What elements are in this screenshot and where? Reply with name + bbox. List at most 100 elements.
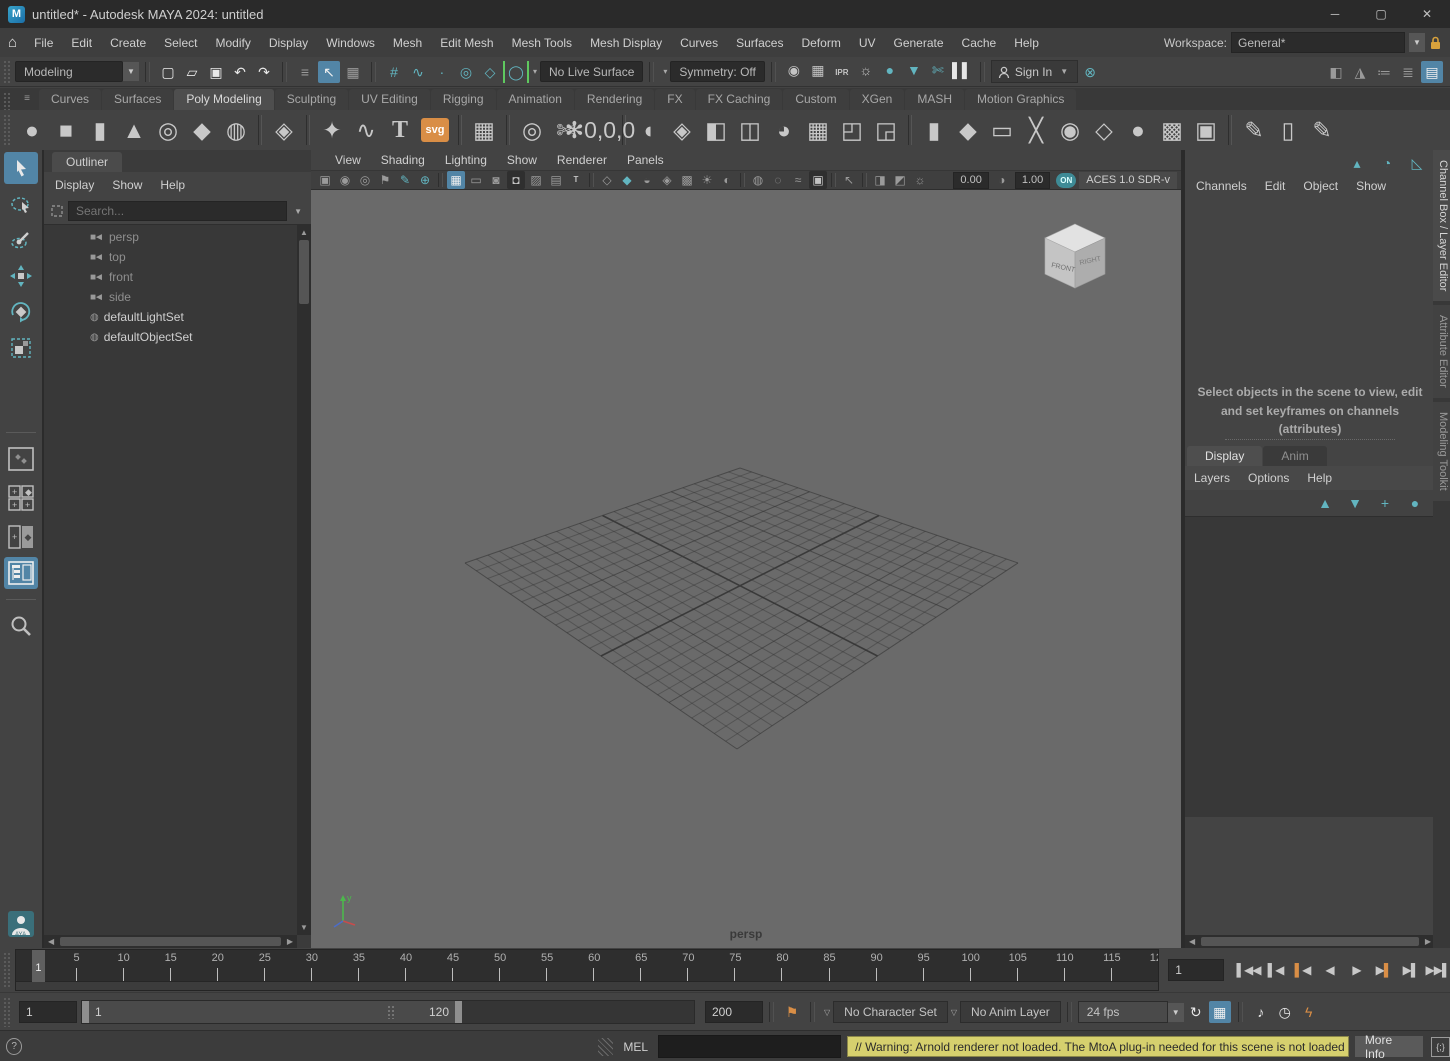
move-tool[interactable] xyxy=(4,260,38,292)
new-scene-icon[interactable]: ▢ xyxy=(157,61,179,83)
render-settings-icon[interactable]: ☼ xyxy=(855,59,877,81)
shelf-tab-motion-graphics[interactable]: Motion Graphics xyxy=(965,89,1076,110)
menu-edit[interactable]: Edit xyxy=(62,31,101,55)
anti-alias-toggle-icon[interactable]: ≈ xyxy=(789,171,807,189)
clip-editor-icon[interactable]: ▦ xyxy=(1209,1001,1231,1023)
shelf-tab-xgen[interactable]: XGen xyxy=(850,89,905,110)
step-forward-frame-button[interactable]: ▶▌ xyxy=(1398,958,1423,982)
menu-set-dropdown-icon[interactable]: ▼ xyxy=(123,62,139,81)
combine-icon[interactable]: ◈ xyxy=(666,114,698,146)
resolution-gate-icon[interactable]: ◙ xyxy=(487,171,505,189)
play-backwards-button[interactable]: ◀ xyxy=(1317,958,1342,982)
viewport-menu-lighting[interactable]: Lighting xyxy=(435,150,497,170)
platonic-solid-icon[interactable]: ◈ xyxy=(268,114,300,146)
workspace-dropdown-icon[interactable]: ▼ xyxy=(1409,33,1425,52)
step-back-frame-button[interactable]: ▌◀ xyxy=(1263,958,1288,982)
lattice-icon[interactable]: ▩ xyxy=(1156,114,1188,146)
outliner-search-input[interactable] xyxy=(68,201,287,221)
snap-view-plane-icon[interactable]: ◇ xyxy=(479,61,501,83)
boolean-icon[interactable]: ◖ xyxy=(632,114,664,146)
symmetry-field[interactable]: Symmetry: Off xyxy=(670,61,764,82)
gate-mask-icon[interactable]: ◘ xyxy=(507,171,525,189)
outliner-tab[interactable]: Outliner xyxy=(52,152,122,172)
sculpt-icon[interactable]: ◕ xyxy=(768,114,800,146)
menu-deform[interactable]: Deform xyxy=(792,31,849,55)
close-button[interactable]: ✕ xyxy=(1404,0,1450,28)
pan-zoom-icon[interactable]: ⊕ xyxy=(416,171,434,189)
select-object-icon[interactable]: ↖ xyxy=(318,61,340,83)
bookmark-view-icon[interactable]: ⚑ xyxy=(376,171,394,189)
poly-sphere-icon[interactable]: ● xyxy=(16,114,48,146)
outliner-menu-help[interactable]: Help xyxy=(151,173,194,197)
viewport-canvas[interactable]: FRONT RIGHT y persp xyxy=(311,190,1181,949)
attribute-editor-toggle-icon[interactable]: ≣ xyxy=(1397,61,1419,83)
new-layer-from-selected-icon[interactable]: ● xyxy=(1404,492,1426,514)
side-tab-channel-box-layer-editor[interactable]: Channel Box / Layer Editor xyxy=(1433,150,1450,301)
layer-list[interactable] xyxy=(1185,516,1435,817)
side-tab-attribute-editor[interactable]: Attribute Editor xyxy=(1433,305,1450,398)
motion-blur-toggle-icon[interactable]: ◌ xyxy=(769,171,787,189)
redo-icon[interactable]: ↷ xyxy=(253,61,275,83)
menu-select[interactable]: Select xyxy=(155,31,206,55)
anim-layer-selector[interactable]: No Anim Layer xyxy=(960,1001,1061,1023)
menu-curves[interactable]: Curves xyxy=(671,31,727,55)
svg-tool-icon[interactable]: svg xyxy=(421,118,449,142)
toolbar-grip[interactable] xyxy=(3,60,12,83)
uv-editor-icon[interactable]: ▦ xyxy=(468,114,500,146)
menu-uv[interactable]: UV xyxy=(850,31,885,55)
shelf-menu-icon[interactable]: ≡ xyxy=(16,88,38,110)
isolate-select-icon[interactable]: ↖ xyxy=(840,171,858,189)
range-slider-bar[interactable]: 1 120 xyxy=(82,1001,462,1023)
zoom-tool[interactable] xyxy=(4,610,38,642)
symmetry-options-arrow[interactable]: ▾ xyxy=(663,67,667,76)
menu-mesh-tools[interactable]: Mesh Tools xyxy=(503,31,581,55)
side-tab-modeling-toolkit[interactable]: Modeling Toolkit xyxy=(1433,402,1450,501)
move-layer-down-icon[interactable]: ▼ xyxy=(1344,492,1366,514)
exposure-field[interactable]: 0.00 xyxy=(953,172,988,189)
snap-projected-center-icon[interactable]: ◎ xyxy=(455,61,477,83)
shelf-tab-rendering[interactable]: Rendering xyxy=(575,89,654,110)
outliner-item-defaultlightset[interactable]: ◍defaultLightSet xyxy=(44,307,297,327)
textured-mode-icon[interactable]: ▩ xyxy=(678,171,696,189)
menu-set-selector[interactable]: Modeling xyxy=(15,61,123,82)
channel-box-toggle-icon[interactable]: ≔ xyxy=(1373,61,1395,83)
layer-menu-layers[interactable]: Layers xyxy=(1185,466,1239,490)
poly-torus-icon[interactable]: ◎ xyxy=(152,114,184,146)
grease-pencil-icon[interactable]: ✎ xyxy=(396,171,414,189)
menu-cache[interactable]: Cache xyxy=(953,31,1006,55)
super-shape-icon[interactable]: ✦ xyxy=(316,114,348,146)
shelf-tab-custom[interactable]: Custom xyxy=(783,89,848,110)
range-grip-handle[interactable] xyxy=(3,997,12,1027)
pin-channels-icon[interactable]: ▴ xyxy=(1346,152,1368,174)
shelf-grip[interactable] xyxy=(3,92,12,110)
bookmark-icon[interactable]: ⚑ xyxy=(781,1001,803,1023)
viewport-menu-panels[interactable]: Panels xyxy=(617,150,674,170)
outliner-menu-show[interactable]: Show xyxy=(103,173,151,197)
speed-ramp-icon[interactable]: ◔ xyxy=(1376,152,1398,174)
time-slider-grip[interactable] xyxy=(3,952,12,987)
remesh-icon[interactable]: ◲ xyxy=(870,114,902,146)
menu-file[interactable]: File xyxy=(25,31,62,55)
open-scene-icon[interactable]: ▱ xyxy=(181,61,203,83)
shelf-tab-fx-caching[interactable]: FX Caching xyxy=(696,89,783,110)
shelf-tab-poly-modeling[interactable]: Poly Modeling xyxy=(174,89,273,110)
colorspace-selector[interactable]: ACES 1.0 SDR-v xyxy=(1079,172,1177,189)
display-layers-toggle-icon[interactable]: ▤ xyxy=(1421,61,1443,83)
contrast-field[interactable]: 1.00 xyxy=(1015,172,1050,189)
channel-box-menu-object[interactable]: Object xyxy=(1294,174,1347,198)
menu-edit-mesh[interactable]: Edit Mesh xyxy=(431,31,502,55)
modeling-toolkit-toggle-icon[interactable]: ◧ xyxy=(1325,61,1347,83)
select-camera-icon[interactable]: ▣ xyxy=(316,171,334,189)
workspace-value[interactable]: General* xyxy=(1231,32,1405,53)
step-back-key-button[interactable]: ▌◀ xyxy=(1290,958,1315,982)
more-info-button[interactable]: More Info xyxy=(1355,1036,1423,1057)
spherize-icon[interactable]: ● xyxy=(1122,114,1154,146)
outliner-search-dropdown-icon[interactable]: ▼ xyxy=(294,207,302,216)
menu-help[interactable]: Help xyxy=(1005,31,1048,55)
outliner-hscrollbar[interactable]: ◀ ▶ xyxy=(44,935,297,948)
outliner-vscrollbar[interactable]: ▲ ▼ xyxy=(297,225,311,935)
render-current-frame-icon[interactable]: ▦ xyxy=(807,59,829,81)
toon-outline-icon[interactable]: ● xyxy=(879,59,901,81)
paint-selection-tool[interactable] xyxy=(4,224,38,256)
menu-mesh-display[interactable]: Mesh Display xyxy=(581,31,671,55)
